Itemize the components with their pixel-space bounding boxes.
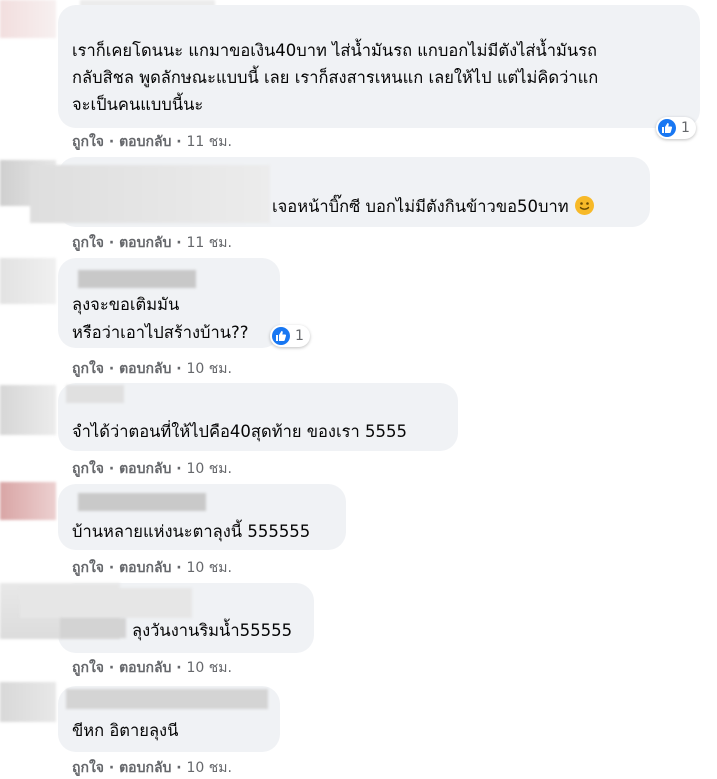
like-button[interactable]: ถูกใจ xyxy=(72,361,104,377)
reply-button[interactable]: ตอบกลับ xyxy=(119,760,171,776)
comment-timestamp[interactable]: 10 ชม. xyxy=(187,660,232,676)
commenter-name-redacted[interactable] xyxy=(78,493,206,511)
comment-actions: ถูกใจ · ตอบกลับ · 10 ชม. xyxy=(72,560,232,576)
commenter-name-redacted[interactable] xyxy=(66,385,124,403)
like-button[interactable]: ถูกใจ xyxy=(72,760,104,776)
comment-text: ลุงจะขอเติมมัน xyxy=(72,295,180,314)
reply-button[interactable]: ตอบกลับ xyxy=(119,461,171,477)
reply-button[interactable]: ตอบกลับ xyxy=(119,560,171,576)
comment-text: บ้านหลายแห่งนะตาลุงนี้ 555555 xyxy=(72,522,311,541)
like-button[interactable]: ถูกใจ xyxy=(72,134,104,150)
comment-text: หรือว่าเอาไปสร้างบ้าน?? xyxy=(72,323,249,342)
commenter-name-redacted[interactable] xyxy=(66,689,268,709)
like-button[interactable]: ถูกใจ xyxy=(72,560,104,576)
comment-timestamp[interactable]: 10 ชม. xyxy=(187,760,232,776)
reply-button[interactable]: ตอบกลับ xyxy=(119,134,171,150)
comment-actions: ถูกใจ · ตอบกลับ · 11 ชม. xyxy=(72,134,232,150)
comment-actions: ถูกใจ · ตอบกลับ · 10 ชม. xyxy=(72,461,232,477)
comment-actions: ถูกใจ · ตอบกลับ · 10 ชม. xyxy=(72,361,232,377)
like-button[interactable]: ถูกใจ xyxy=(72,461,104,477)
like-reaction-icon xyxy=(272,327,290,345)
reply-button[interactable]: ตอบกลับ xyxy=(119,235,171,251)
comment-text: ลุงวันงานริมน้ำ55555 xyxy=(132,621,293,640)
like-reaction-icon xyxy=(658,119,676,137)
reaction-count[interactable]: 1 xyxy=(270,325,310,347)
avatar[interactable] xyxy=(0,258,56,304)
avatar[interactable] xyxy=(0,0,56,38)
avatar[interactable] xyxy=(0,682,56,722)
comment-actions: ถูกใจ · ตอบกลับ · 10 ชม. xyxy=(72,760,232,776)
comment-text: เราก็เคยโดนนะ แกมาขอเงิน40บาท ไส่น้ำมันร… xyxy=(72,41,598,60)
comment-text: ขีหก อิตายลุงนี xyxy=(72,721,179,740)
comment-actions: ถูกใจ · ตอบกลับ · 10 ชม. xyxy=(72,660,232,676)
comment-text: จะเป็นคนแบบนี้นะ xyxy=(72,95,204,114)
comment-text: เจอหน้าบิ๊กซี บอกไม่มีตังกินข้าวขอ50บาท xyxy=(272,194,594,220)
reaction-count-value: 1 xyxy=(681,120,690,136)
commenter-name-redacted[interactable] xyxy=(30,165,270,223)
comment-text: กลับสิชล พูดลักษณะแบบนี้ เลย เราก็สงสารเ… xyxy=(72,68,599,87)
avatar[interactable] xyxy=(0,385,56,435)
reply-button[interactable]: ตอบกลับ xyxy=(119,361,171,377)
commenter-name-redacted[interactable] xyxy=(78,270,196,288)
like-button[interactable]: ถูกใจ xyxy=(72,235,104,251)
comment-actions: ถูกใจ · ตอบกลับ · 11 ชม. xyxy=(72,235,232,251)
reaction-count[interactable]: 1 xyxy=(656,117,696,139)
like-button[interactable]: ถูกใจ xyxy=(72,660,104,676)
comment-timestamp[interactable]: 10 ชม. xyxy=(187,361,232,377)
comment-timestamp[interactable]: 10 ชม. xyxy=(187,560,232,576)
comment-text: จำได้ว่าตอนที่ให้ไปคือ40สุดท้าย ของเรา 5… xyxy=(72,422,407,441)
reply-button[interactable]: ตอบกลับ xyxy=(119,660,171,676)
reaction-count-value: 1 xyxy=(295,328,304,344)
commenter-name-redacted xyxy=(60,618,126,638)
comment-timestamp[interactable]: 11 ชม. xyxy=(187,134,232,150)
avatar[interactable] xyxy=(0,482,56,520)
commenter-name-redacted[interactable] xyxy=(20,588,192,618)
comment-timestamp[interactable]: 11 ชม. xyxy=(187,235,232,251)
slightly-smiling-face-icon xyxy=(574,196,594,215)
comment-timestamp[interactable]: 10 ชม. xyxy=(187,461,232,477)
